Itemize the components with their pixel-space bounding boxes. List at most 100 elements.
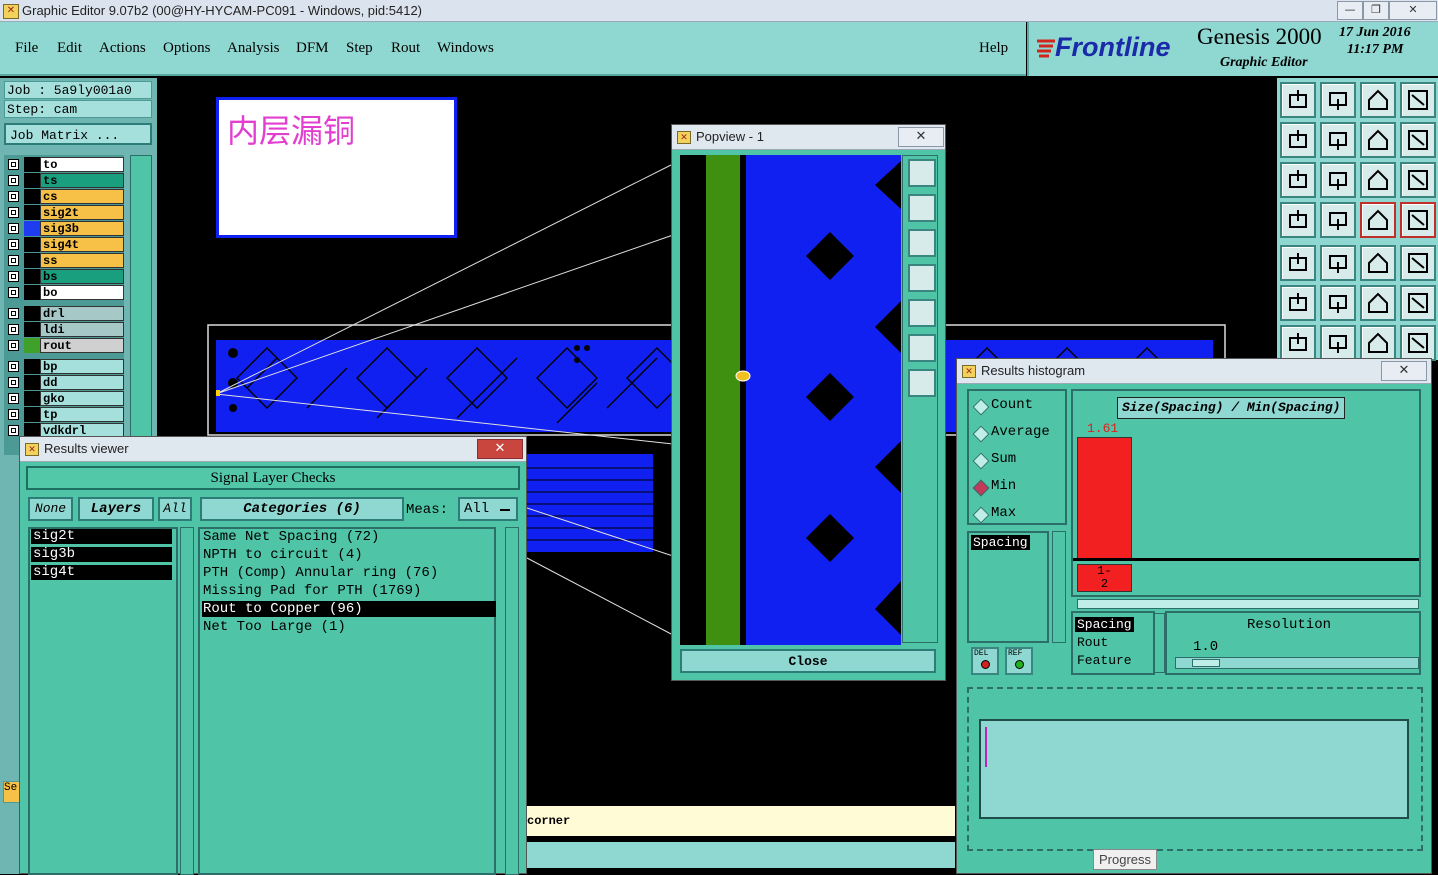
menu-options[interactable]: Options (163, 40, 211, 57)
layer-name[interactable]: drl (40, 306, 124, 321)
color-toggle-icon[interactable] (1320, 245, 1356, 281)
none-button[interactable]: None (28, 497, 73, 521)
layer-checkbox[interactable] (8, 159, 19, 170)
layer-checkbox[interactable] (8, 340, 19, 351)
result-layer-item[interactable]: sig2t (31, 529, 172, 544)
layer-name[interactable]: bp (40, 359, 124, 374)
layer-name[interactable]: dd (40, 375, 124, 390)
layer-name[interactable]: cs (40, 189, 124, 204)
layer-compare-icon[interactable] (1360, 202, 1396, 238)
menu-windows[interactable]: Windows (437, 40, 494, 57)
category-item[interactable]: Same Net Spacing (72) (202, 529, 496, 545)
layer-row-rout[interactable]: rout (6, 338, 124, 353)
ratio-icon[interactable] (1360, 162, 1396, 198)
layer-checkbox[interactable] (8, 361, 19, 372)
net-select-icon[interactable] (1280, 285, 1316, 321)
layer-row-cs[interactable]: cs (6, 189, 124, 204)
category-item[interactable]: Rout to Copper (96) (202, 601, 496, 617)
layer-list-scrollbar-rv[interactable] (180, 527, 194, 875)
ruler-tool-icon[interactable] (1280, 202, 1316, 238)
layer-row-drl[interactable]: drl (6, 306, 124, 321)
screen-fit-icon[interactable] (1400, 82, 1436, 118)
grid-icon[interactable] (1320, 202, 1356, 238)
connect-icon[interactable] (1360, 285, 1396, 321)
measure-icon[interactable] (1360, 245, 1396, 281)
maximize-button[interactable]: ❐ (1363, 1, 1389, 20)
layer-name[interactable]: to (40, 157, 124, 172)
layer-name[interactable]: ss (40, 253, 124, 268)
pan-left-icon[interactable] (908, 264, 936, 292)
layer-color-swatch[interactable] (24, 205, 40, 220)
layer-color-swatch[interactable] (24, 269, 40, 284)
layer-checkbox[interactable] (8, 377, 19, 388)
layer-checkbox[interactable] (8, 409, 19, 420)
layer-row-ss[interactable]: ss (6, 253, 124, 268)
histogram-close-x[interactable]: ✕ (1381, 361, 1427, 381)
layer-row-bp[interactable]: bp (6, 359, 124, 374)
category-item[interactable]: NPTH to circuit (4) (202, 547, 496, 563)
menu-file[interactable]: File (15, 40, 38, 57)
undo-rotate-icon[interactable] (1360, 325, 1396, 361)
pad-select-icon[interactable] (1280, 245, 1316, 281)
layer-checkbox[interactable] (8, 393, 19, 404)
layer-row-dd[interactable]: dd (6, 375, 124, 390)
layer-name[interactable]: rout (40, 338, 124, 353)
attribute-item[interactable]: Spacing (971, 535, 1030, 550)
layer-color-swatch[interactable] (24, 359, 40, 374)
layer-row-sig4t[interactable]: sig4t (6, 237, 124, 252)
layer-overlay-icon[interactable] (1400, 202, 1436, 238)
meas-select[interactable]: All (458, 497, 518, 521)
snap-icon[interactable] (1400, 122, 1436, 158)
menu-actions[interactable]: Actions (99, 40, 146, 57)
help-icon[interactable] (1400, 162, 1436, 198)
histogram-bin-label[interactable]: 1- 2 (1077, 564, 1132, 592)
zoom-down-icon[interactable] (908, 229, 936, 257)
histogram-bar[interactable] (1077, 437, 1132, 561)
layers-button[interactable]: Layers (78, 497, 154, 521)
layer-row-gko[interactable]: gko (6, 391, 124, 406)
results-viewer-close-x[interactable]: ✕ (477, 439, 523, 459)
layer-checkbox[interactable] (8, 324, 19, 335)
layer-row-to[interactable]: to (6, 157, 124, 172)
layer-row-bo[interactable]: bo (6, 285, 124, 300)
cross-select-icon[interactable] (1320, 285, 1356, 321)
category-item[interactable]: Missing Pad for PTH (1769) (202, 583, 496, 599)
menu-help[interactable]: Help (979, 40, 1008, 57)
fit-icon[interactable] (908, 334, 936, 362)
attribute-list[interactable]: Spacing (967, 531, 1049, 643)
layer-name[interactable]: gko (40, 391, 124, 406)
pan-left-icon[interactable] (1280, 122, 1316, 158)
layer-color-swatch[interactable] (24, 173, 40, 188)
center-icon[interactable] (1320, 162, 1356, 198)
layer-color-swatch[interactable] (24, 391, 40, 406)
layer-name[interactable]: ldi (40, 322, 124, 337)
layer-checkbox[interactable] (8, 425, 19, 436)
layer-name[interactable]: ts (40, 173, 124, 188)
stack-icon[interactable] (1400, 325, 1436, 361)
layer-name[interactable]: sig3b (40, 221, 124, 236)
result-layer-item[interactable]: sig3b (31, 547, 172, 562)
category-list-scrollbar[interactable] (505, 527, 519, 875)
menu-edit[interactable]: Edit (57, 40, 82, 57)
layer-checkbox[interactable] (8, 271, 19, 282)
layer-checkbox[interactable] (8, 207, 19, 218)
ref-button[interactable]: REF (1005, 647, 1033, 675)
layer-name[interactable]: tp (40, 407, 124, 422)
layer-row-sig3b[interactable]: sig3b (6, 221, 124, 236)
zoom-home-icon[interactable] (1280, 82, 1316, 118)
layer-color-swatch[interactable] (24, 221, 40, 236)
layer-color-swatch[interactable] (24, 237, 40, 252)
layer-row-bs[interactable]: bs (6, 269, 124, 284)
layer-color-swatch[interactable] (24, 157, 40, 172)
feature-dot-icon[interactable] (1400, 245, 1436, 281)
layer-row-ldi[interactable]: ldi (6, 322, 124, 337)
result-layer-item[interactable]: sig4t (31, 565, 172, 580)
layer-checkbox[interactable] (8, 239, 19, 250)
attribute-scrollbar[interactable] (1052, 531, 1066, 643)
minimize-button[interactable]: — (1337, 1, 1363, 20)
draw-line-icon[interactable] (1280, 325, 1316, 361)
edit-line-icon[interactable] (1320, 325, 1356, 361)
layer-name[interactable]: sig4t (40, 237, 124, 252)
layer-checkbox[interactable] (8, 223, 19, 234)
layer-color-swatch[interactable] (24, 285, 40, 300)
